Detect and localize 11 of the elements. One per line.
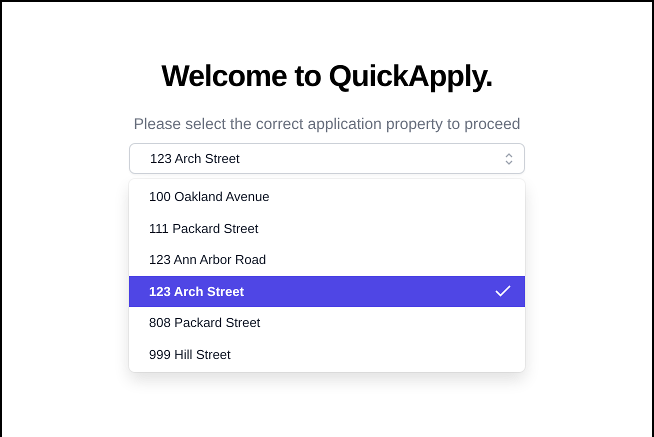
option-item[interactable]: 123 Ann Arbor Road	[129, 244, 525, 276]
chevron-up-down-icon	[504, 152, 514, 166]
option-item[interactable]: 111 Packard Street	[129, 212, 525, 244]
checkmark-icon	[495, 285, 511, 298]
option-item[interactable]: 123 Arch Street	[129, 276, 525, 307]
option-item[interactable]: 999 Hill Street	[129, 338, 525, 370]
instruction-text: Please select the correct application property to proceed	[134, 116, 520, 134]
option-item[interactable]: 100 Oakland Avenue	[129, 181, 525, 212]
option-item[interactable]: 808 Packard Street	[129, 307, 525, 338]
welcome-title: Welcome to QuickApply.	[161, 60, 493, 94]
property-select[interactable]: 123 Arch Street	[129, 143, 525, 174]
